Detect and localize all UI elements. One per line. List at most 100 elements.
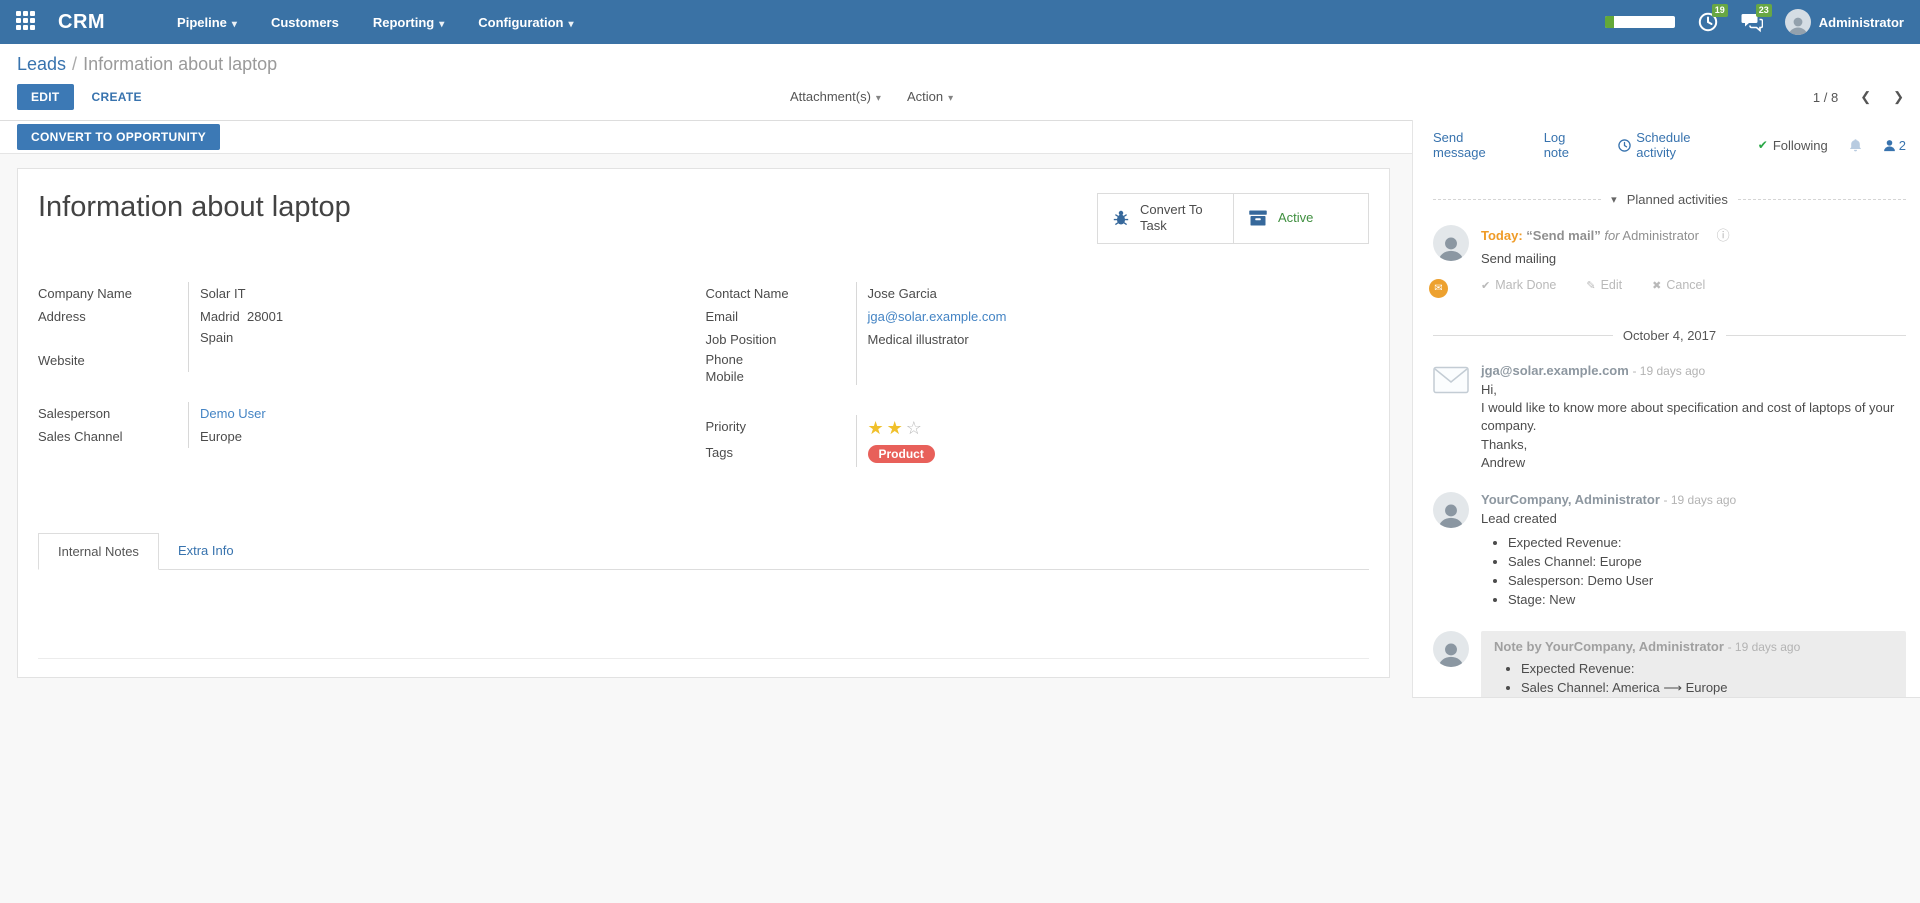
priority-stars[interactable]: ★★☆ bbox=[868, 418, 925, 438]
star-filled-icon[interactable]: ★ bbox=[887, 418, 906, 438]
goal-progress-fill bbox=[1605, 16, 1614, 28]
convert-to-task-button[interactable]: Convert To Task bbox=[1098, 194, 1233, 243]
apps-grid-icon[interactable] bbox=[16, 11, 38, 33]
planned-activities-title: Planned activities bbox=[1627, 192, 1728, 207]
menu-reporting[interactable]: Reporting▾ bbox=[361, 9, 456, 36]
archive-icon bbox=[1248, 209, 1268, 227]
info-icon[interactable]: ⓘ bbox=[1717, 228, 1730, 243]
field-phone: Phone bbox=[706, 351, 1316, 368]
convert-to-task-label: Convert To Task bbox=[1140, 202, 1212, 235]
tracking-value: Stage: New bbox=[1508, 592, 1906, 607]
email-link[interactable]: jga@solar.example.com bbox=[868, 309, 1007, 324]
notebook-tabs: Internal Notes Extra Info bbox=[38, 533, 1369, 570]
message-time: - 19 days ago bbox=[1664, 493, 1737, 507]
active-toggle-button[interactable]: Active bbox=[1233, 194, 1368, 243]
email-activity-badge-icon: ✉ bbox=[1429, 279, 1448, 298]
log-note-button[interactable]: Log note bbox=[1544, 130, 1595, 160]
send-message-button[interactable]: Send message bbox=[1433, 130, 1520, 160]
action-label: Action bbox=[907, 89, 943, 104]
followers-button[interactable]: 2 bbox=[1883, 138, 1906, 153]
attachments-dropdown[interactable]: Attachment(s) ▾ bbox=[790, 89, 881, 104]
message-author: Note by YourCompany, Administrator bbox=[1494, 639, 1724, 654]
schedule-activity-button[interactable]: Schedule activity bbox=[1618, 130, 1734, 160]
chevron-down-icon: ▾ bbox=[569, 19, 574, 30]
field-address: Address Madrid 28001 Spain bbox=[38, 305, 650, 349]
tab-extra-info[interactable]: Extra Info bbox=[159, 533, 253, 569]
app-brand[interactable]: CRM bbox=[58, 11, 105, 34]
star-filled-icon[interactable]: ★ bbox=[868, 418, 887, 438]
following-label: Following bbox=[1773, 138, 1828, 153]
pager-previous-icon[interactable]: ❮ bbox=[1860, 89, 1871, 105]
control-panel-buttons: EDIT CREATE bbox=[17, 84, 1903, 110]
message-line: Thanks, bbox=[1481, 436, 1906, 454]
tab-internal-notes[interactable]: Internal Notes bbox=[38, 533, 159, 570]
activities-clock-icon[interactable]: 19 bbox=[1697, 11, 1719, 33]
message-author: YourCompany, Administrator bbox=[1481, 492, 1660, 507]
messages-chat-icon[interactable]: 23 bbox=[1741, 11, 1763, 33]
field-label: Tags bbox=[706, 441, 856, 467]
field-tags: Tags Product bbox=[706, 441, 1316, 467]
message-time: - 19 days ago bbox=[1728, 640, 1801, 654]
tab-content[interactable] bbox=[38, 570, 1369, 658]
field-value bbox=[188, 349, 650, 372]
menu-pipeline-label: Pipeline bbox=[177, 15, 227, 30]
star-empty-icon[interactable]: ☆ bbox=[906, 418, 925, 438]
planned-activities-separator: ▾ Planned activities bbox=[1433, 192, 1906, 207]
collapse-caret-icon[interactable]: ▾ bbox=[1611, 193, 1617, 206]
action-dropdown[interactable]: Action▾ bbox=[907, 89, 953, 104]
tracking-values-list: Expected Revenue: Sales Channel: America… bbox=[1494, 661, 1893, 696]
message-avatar bbox=[1433, 492, 1469, 611]
form-view: CONVERT TO OPPORTUNITY Information about… bbox=[0, 120, 1412, 903]
menu-pipeline[interactable]: Pipeline▾ bbox=[165, 9, 249, 36]
cancel-activity-label: Cancel bbox=[1666, 278, 1705, 292]
pager-next-icon[interactable]: ❯ bbox=[1893, 89, 1904, 105]
field-job-position: Job Position Medical illustrator bbox=[706, 328, 1316, 351]
edit-activity-button[interactable]: ✎Edit bbox=[1586, 278, 1622, 292]
schedule-activity-label: Schedule activity bbox=[1636, 130, 1734, 160]
message-author: jga@solar.example.com bbox=[1481, 363, 1629, 378]
field-salesperson: Salesperson Demo User bbox=[38, 402, 650, 425]
menu-configuration[interactable]: Configuration ▾ bbox=[466, 9, 585, 36]
field-label: Phone bbox=[706, 351, 856, 368]
page-title: Information about laptop bbox=[38, 191, 351, 224]
user-name: Administrator bbox=[1819, 15, 1904, 30]
chevron-down-icon: ▾ bbox=[876, 93, 881, 104]
activities-count-badge: 19 bbox=[1712, 4, 1728, 17]
control-panel: Leads/Information about laptop EDIT CREA… bbox=[0, 44, 1920, 120]
menu-customers[interactable]: Customers bbox=[259, 9, 351, 36]
top-navbar: CRM Pipeline▾ Customers Reporting▾ Confi… bbox=[0, 0, 1920, 44]
breadcrumb-leads[interactable]: Leads bbox=[17, 54, 66, 74]
mark-done-button[interactable]: ✔Mark Done bbox=[1481, 278, 1556, 292]
menu-reporting-label: Reporting bbox=[373, 15, 434, 30]
user-avatar bbox=[1785, 9, 1811, 35]
bell-icon[interactable] bbox=[1848, 138, 1863, 153]
field-value: Medical illustrator bbox=[856, 328, 1316, 351]
following-toggle[interactable]: ✔Following bbox=[1758, 138, 1828, 153]
user-menu[interactable]: Administrator bbox=[1785, 9, 1904, 35]
create-button[interactable]: CREATE bbox=[92, 90, 142, 104]
chatter-note-message: Note by YourCompany, Administrator - 19 … bbox=[1433, 631, 1906, 698]
menu-configuration-label: Configuration bbox=[478, 15, 563, 30]
field-label: Mobile bbox=[706, 368, 856, 385]
edit-button[interactable]: EDIT bbox=[17, 84, 74, 110]
attachments-label: Attachment(s) bbox=[790, 89, 871, 104]
field-label: Website bbox=[38, 349, 188, 372]
activity-for: for bbox=[1604, 228, 1619, 243]
convert-to-opportunity-button[interactable]: CONVERT TO OPPORTUNITY bbox=[17, 124, 220, 150]
bug-icon bbox=[1112, 209, 1130, 227]
form-background: Information about laptop Convert To Task… bbox=[0, 154, 1412, 903]
field-sales-channel: Sales Channel Europe bbox=[38, 425, 650, 448]
salesperson-link[interactable]: Demo User bbox=[200, 406, 266, 421]
field-company-name: Company Name Solar IT bbox=[38, 282, 650, 305]
tracking-value: Expected Revenue: bbox=[1508, 535, 1906, 550]
cancel-activity-button[interactable]: ✖Cancel bbox=[1652, 278, 1705, 292]
check-icon: ✔ bbox=[1481, 280, 1490, 292]
chatter-toolbar: Send message Log note Schedule activity … bbox=[1433, 130, 1906, 160]
envelope-avatar-icon bbox=[1433, 365, 1469, 395]
followers-count: 2 bbox=[1899, 138, 1906, 153]
statusbar: CONVERT TO OPPORTUNITY bbox=[0, 121, 1412, 154]
menu-customers-label: Customers bbox=[271, 15, 339, 30]
field-label: Contact Name bbox=[706, 282, 856, 305]
goal-progress-bar[interactable] bbox=[1605, 16, 1675, 28]
address-city-zip: Madrid 28001 bbox=[200, 309, 650, 324]
